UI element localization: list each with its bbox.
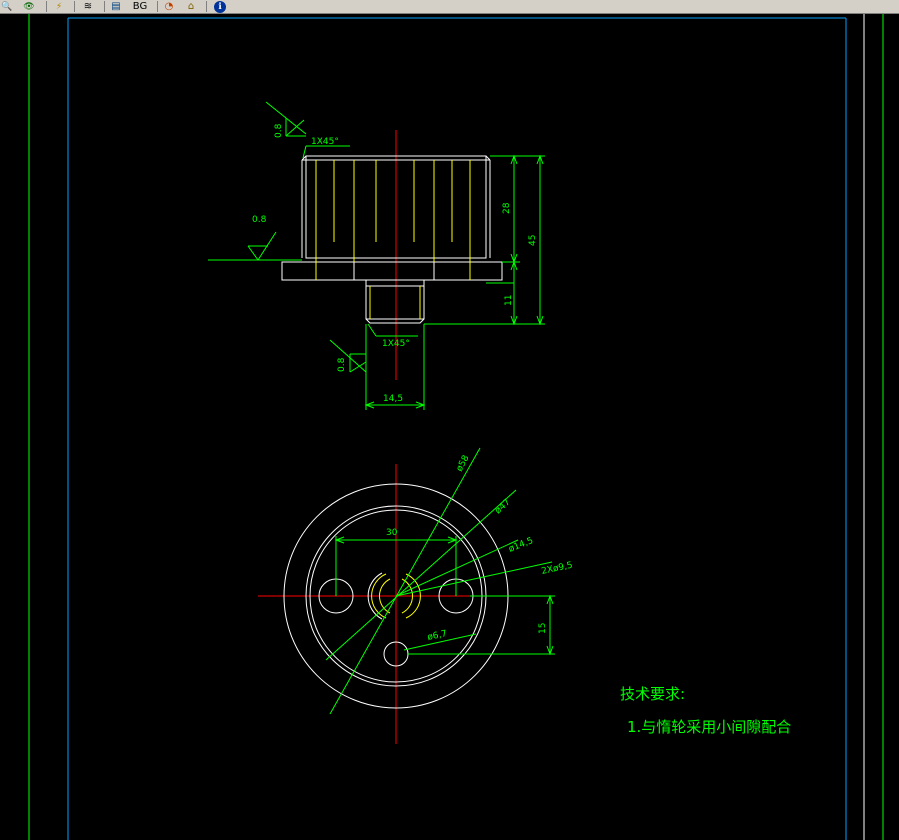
drawing-frame (28, 14, 884, 840)
right-dimension-lines (424, 154, 545, 326)
technical-notes: 技术要求: 1.与惰轮采用小间隙配合 (620, 685, 791, 736)
roughness-bottom-label: 0.8 (337, 357, 347, 372)
dim-11-label: 11 (504, 295, 514, 306)
sheet-icon[interactable]: ▤ (109, 0, 123, 13)
dia-58-label: ø58 (455, 453, 472, 473)
toolbar-separator (157, 1, 158, 12)
chamfer-bottom-label: 1X45° (382, 339, 410, 349)
bg-button[interactable]: BG (129, 0, 151, 13)
side-view: 0.8 1X45° 0.8 28 45 11 1X45° 0.8 14,5 (208, 101, 545, 410)
dia-47-label: ø47 (493, 497, 512, 516)
dim-45-label: 45 (528, 235, 538, 246)
notes-item-1: 1.与惰轮采用小间隙配合 (627, 718, 791, 736)
flange-outline (281, 261, 503, 281)
roughness-symbol-bottom (329, 339, 367, 373)
cad-drawing: 0.8 1X45° 0.8 28 45 11 1X45° 0.8 14,5 30… (28, 14, 884, 840)
chamfer-top-label: 1X45° (311, 137, 339, 147)
color-wheel-icon[interactable]: ◔ (162, 0, 176, 13)
info-icon[interactable]: ℹ (213, 0, 227, 13)
dim-15-label: 15 (538, 623, 548, 634)
toolbar: 🔍 👁 ⚡ ≋ ▤ BG ◔ ⌂ ℹ (0, 0, 899, 14)
dia-14-5-label: ø14,5 (507, 536, 534, 555)
drawing-canvas[interactable]: 0.8 1X45° 0.8 28 45 11 1X45° 0.8 14,5 30… (0, 14, 899, 840)
roughness-top-label: 0.8 (274, 123, 284, 138)
dim-shaft-label: 14,5 (383, 394, 403, 404)
layers-icon[interactable]: ≋ (80, 0, 96, 13)
top-view: 30 15 ø58 ø47 ø14,5 2Xø9,5 ø6,7 (258, 447, 574, 744)
roughness-symbol-top (265, 101, 307, 137)
dim-28-label: 28 (502, 202, 512, 214)
view-eye-icon[interactable]: 👁 (22, 0, 36, 13)
roughness-symbol-left (208, 231, 302, 261)
dim-30-label: 30 (386, 528, 398, 538)
toolbar-separator (206, 1, 207, 12)
home-icon[interactable]: ⌂ (184, 0, 198, 13)
notes-heading: 技术要求: (620, 685, 685, 703)
toolbar-separator (74, 1, 75, 12)
toolbar-separator (104, 1, 105, 12)
zoom-icon[interactable]: 🔍 (1, 0, 13, 13)
toolbar-separator (46, 1, 47, 12)
lightning-icon[interactable]: ⚡ (52, 0, 66, 13)
roughness-left-label: 0.8 (252, 215, 267, 225)
